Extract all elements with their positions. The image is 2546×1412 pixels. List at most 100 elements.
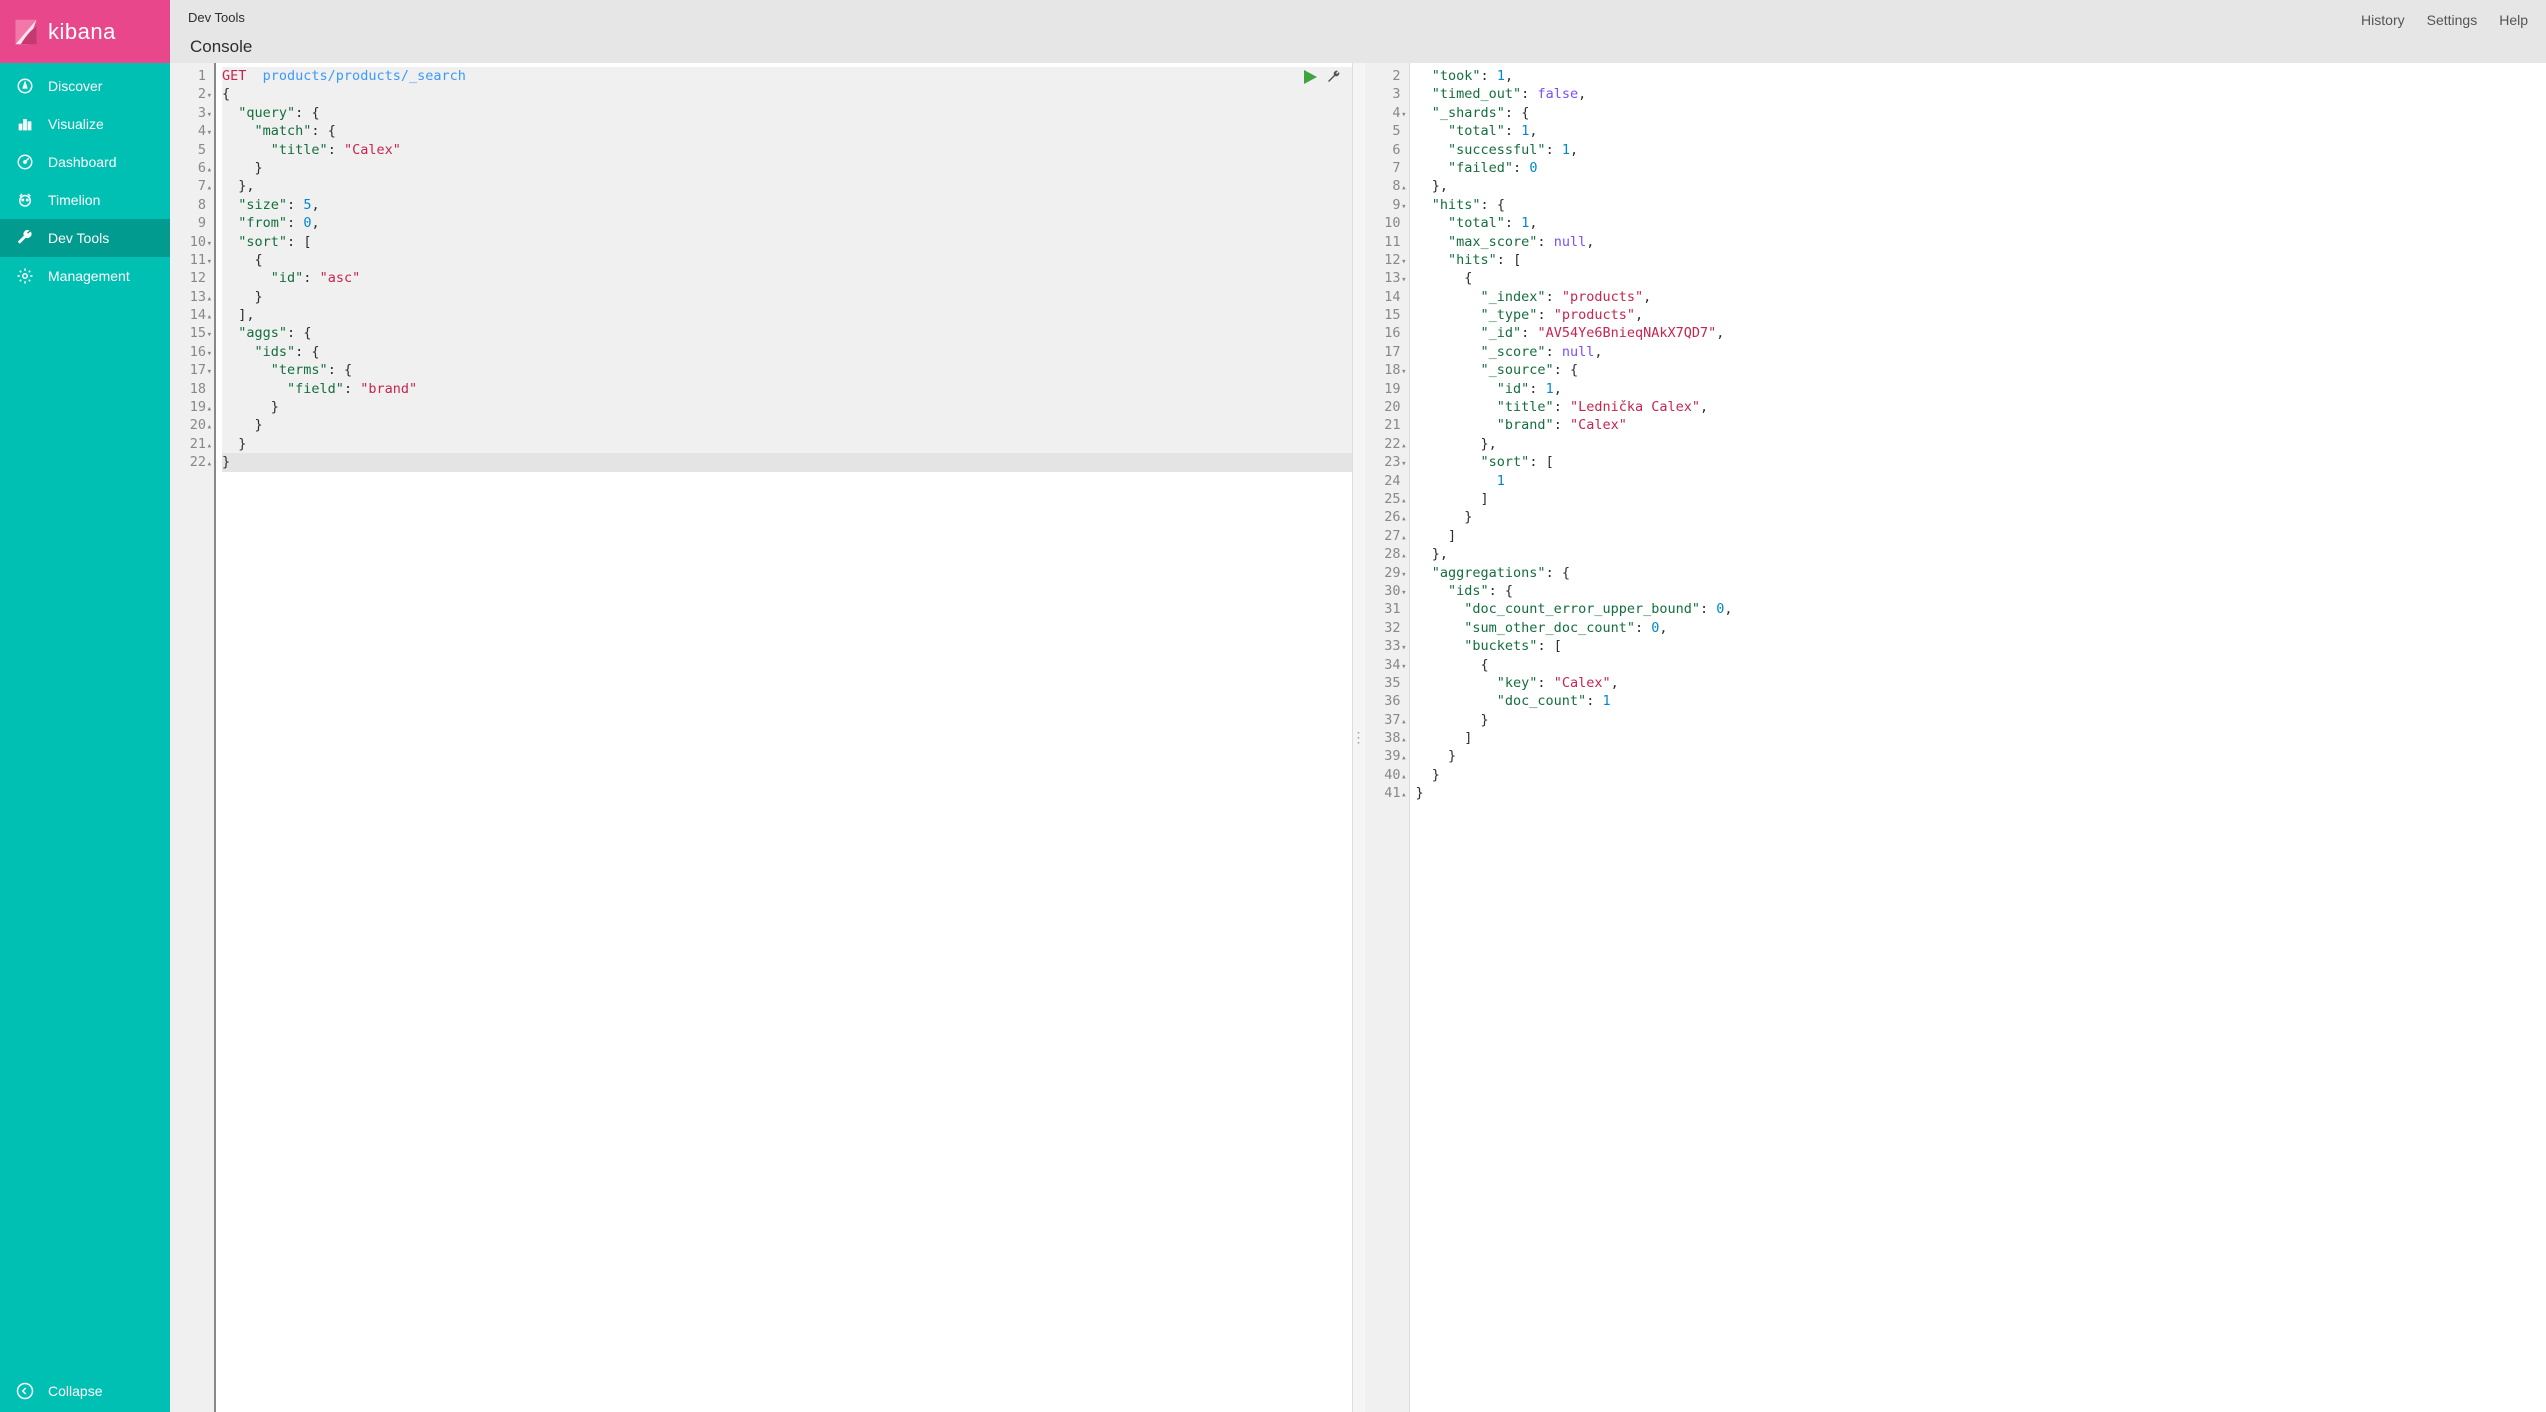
code-line[interactable]: } [1416,784,2546,802]
gear-icon [16,267,34,285]
brand-name: kibana [48,19,116,45]
sidebar-item-visualize[interactable]: Visualize [0,105,170,143]
code-line[interactable]: "_id": "AV54Ye6BnieqNAkX7QD7", [1416,324,2546,342]
link-history[interactable]: History [2361,12,2405,28]
sidebar-item-discover[interactable]: Discover [0,67,170,105]
code-line[interactable]: } [1416,747,2546,765]
editor-area: 12▾3▾4▾56▴7▴8910▾11▾1213▴14▴15▾16▾17▾181… [170,63,2546,1412]
tab-console[interactable]: Console [188,31,254,67]
code-line[interactable]: "took": 1, [1416,67,2546,85]
code-line[interactable]: "failed": 0 [1416,159,2546,177]
code-line[interactable]: "_score": null, [1416,343,2546,361]
code-line[interactable]: "size": 5, [222,196,1352,214]
code-line[interactable]: "successful": 1, [1416,141,2546,159]
collapse-label: Collapse [48,1383,102,1399]
code-line[interactable]: "_source": { [1416,361,2546,379]
code-line[interactable]: } [222,453,1352,471]
code-line[interactable]: ] [1416,527,2546,545]
code-line[interactable]: } [222,288,1352,306]
code-line[interactable]: }, [1416,177,2546,195]
collapse-icon [16,1382,34,1400]
response-viewer[interactable]: "took": 1, "timed_out": false, "_shards"… [1409,63,2546,1412]
breadcrumb[interactable]: Dev Tools [188,10,254,31]
sidebar-item-label: Visualize [48,116,104,132]
header-links: History Settings Help [2361,10,2528,28]
link-settings[interactable]: Settings [2427,12,2478,28]
sidebar-item-management[interactable]: Management [0,257,170,295]
code-line[interactable]: { [1416,269,2546,287]
code-line[interactable]: "aggregations": { [1416,564,2546,582]
code-line[interactable]: "id": 1, [1416,380,2546,398]
code-line[interactable]: "key": "Calex", [1416,674,2546,692]
sidebar-item-label: Discover [48,78,102,94]
code-line[interactable]: "sort": [ [1416,453,2546,471]
sidebar-item-dashboard[interactable]: Dashboard [0,143,170,181]
code-line[interactable]: "doc_count": 1 [1416,692,2546,710]
sidebar-item-label: Dev Tools [48,230,109,246]
gauge-icon [16,153,34,171]
code-line[interactable]: "_index": "products", [1416,288,2546,306]
code-line[interactable]: "hits": [ [1416,251,2546,269]
code-line[interactable]: "_type": "products", [1416,306,2546,324]
code-line[interactable]: "sort": [ [222,233,1352,251]
code-line[interactable]: } [1416,711,2546,729]
main: Dev Tools Console History Settings Help … [170,0,2546,1412]
code-line[interactable]: { [1416,656,2546,674]
code-line[interactable]: { [222,251,1352,269]
code-line[interactable]: }, [222,177,1352,195]
link-help[interactable]: Help [2499,12,2528,28]
code-line[interactable]: "_shards": { [1416,104,2546,122]
code-line[interactable]: } [222,159,1352,177]
code-line[interactable]: "terms": { [222,361,1352,379]
response-pane: 234▾5678▴9▾101112▾13▾1415161718▾19202122… [1365,63,2546,1412]
code-line[interactable]: } [222,416,1352,434]
code-line[interactable]: ] [1416,490,2546,508]
sidebar-item-label: Management [48,268,130,284]
code-line[interactable]: }, [1416,545,2546,563]
logo[interactable]: kibana [0,0,170,63]
response-gutter: 234▾5678▴9▾101112▾13▾1415161718▾19202122… [1365,63,1409,1412]
code-line[interactable]: { [222,85,1352,103]
wrench-icon[interactable] [1326,69,1342,88]
code-line[interactable]: "sum_other_doc_count": 0, [1416,619,2546,637]
code-line[interactable]: "hits": { [1416,196,2546,214]
code-line[interactable]: "ids": { [1416,582,2546,600]
code-line[interactable]: ], [222,306,1352,324]
code-line[interactable]: "ids": { [222,343,1352,361]
code-line[interactable]: "title": "Calex" [222,141,1352,159]
sidebar-item-dev-tools[interactable]: Dev Tools [0,219,170,257]
code-line[interactable]: } [222,435,1352,453]
run-controls [1302,69,1342,88]
code-line[interactable]: "match": { [222,122,1352,140]
code-line[interactable]: GET products/products/_search [222,67,1352,85]
code-line[interactable]: } [1416,766,2546,784]
timelion-icon [16,191,34,209]
nav: Discover Visualize Dashboard Timelion Dev To… [0,63,170,1370]
code-line[interactable]: "aggs": { [222,324,1352,342]
code-line[interactable]: "timed_out": false, [1416,85,2546,103]
run-button[interactable] [1302,69,1318,88]
code-line[interactable]: "field": "brand" [222,380,1352,398]
code-line[interactable]: "buckets": [ [1416,637,2546,655]
collapse-button[interactable]: Collapse [0,1370,170,1412]
request-gutter: 12▾3▾4▾56▴7▴8910▾11▾1213▴14▴15▾16▾17▾181… [170,63,214,1412]
request-pane: 12▾3▾4▾56▴7▴8910▾11▾1213▴14▴15▾16▾17▾181… [170,63,1353,1412]
code-line[interactable]: "doc_count_error_upper_bound": 0, [1416,600,2546,618]
sidebar-item-label: Dashboard [48,154,117,170]
code-line[interactable]: } [222,398,1352,416]
code-line[interactable]: }, [1416,435,2546,453]
code-line[interactable]: "title": "Lednička Calex", [1416,398,2546,416]
code-line[interactable]: "query": { [222,104,1352,122]
code-line[interactable]: ] [1416,729,2546,747]
code-line[interactable]: "total": 1, [1416,214,2546,232]
code-line[interactable]: "brand": "Calex" [1416,416,2546,434]
code-line[interactable]: "from": 0, [222,214,1352,232]
code-line[interactable]: "max_score": null, [1416,233,2546,251]
code-line[interactable]: "id": "asc" [222,269,1352,287]
sidebar-item-timelion[interactable]: Timelion [0,181,170,219]
code-line[interactable]: "total": 1, [1416,122,2546,140]
code-line[interactable]: } [1416,508,2546,526]
code-line[interactable]: 1 [1416,472,2546,490]
request-editor[interactable]: GET products/products/_search{ "query": … [214,63,1352,1412]
pane-divider[interactable]: ⋮ [1353,63,1365,1412]
